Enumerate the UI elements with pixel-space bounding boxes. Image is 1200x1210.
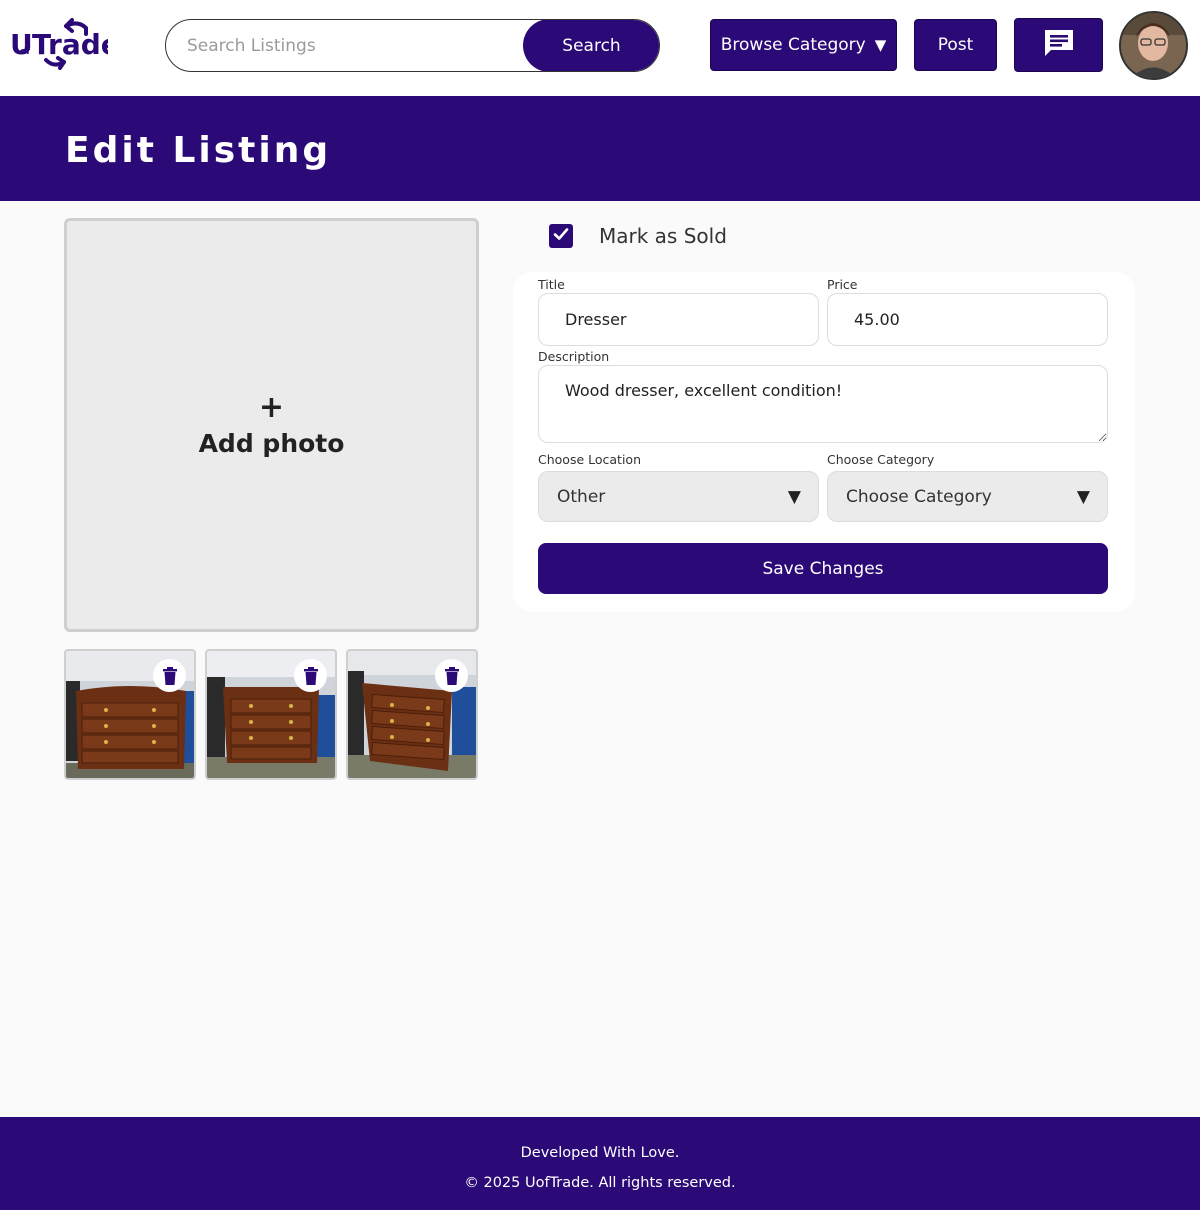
- footer-tagline: Developed With Love.: [520, 1145, 680, 1161]
- page-banner: Edit Listing: [0, 96, 1200, 201]
- svg-text:of: of: [20, 47, 30, 57]
- checkmark-icon: [552, 225, 570, 247]
- photo-thumbnail-2[interactable]: [205, 649, 337, 780]
- post-button[interactable]: Post: [914, 19, 997, 71]
- add-photo-dropzone[interactable]: + Add photo: [64, 218, 479, 632]
- photo-thumbnail-3[interactable]: [346, 649, 478, 780]
- mark-as-sold-row: Mark as Sold: [549, 223, 727, 249]
- add-photo-label: Add photo: [198, 428, 345, 458]
- uoftrade-logo[interactable]: U of Trade: [8, 18, 120, 70]
- search-bar: Search: [165, 19, 660, 72]
- category-selected-value: Choose Category: [846, 486, 992, 507]
- location-selected-value: Other: [557, 486, 606, 507]
- category-label: Choose Category: [827, 452, 935, 467]
- footer-copyright: © 2025 UofTrade. All rights reserved.: [464, 1175, 736, 1191]
- top-navigation: U of Trade Search Browse Category ▼ Post: [0, 0, 1200, 96]
- save-changes-button[interactable]: Save Changes: [538, 543, 1108, 594]
- messages-button[interactable]: [1014, 18, 1103, 72]
- delete-photo-button[interactable]: [435, 659, 468, 692]
- svg-text:Trade: Trade: [32, 28, 108, 61]
- location-select[interactable]: Other ▼: [538, 471, 819, 522]
- caret-down-icon: ▼: [874, 36, 887, 54]
- page-title: Edit Listing: [65, 130, 332, 171]
- title-input[interactable]: [538, 293, 819, 346]
- photo-thumbnail-1[interactable]: [64, 649, 196, 780]
- browse-category-label: Browse Category: [720, 35, 866, 55]
- price-input[interactable]: [827, 293, 1108, 346]
- caret-down-icon: ▼: [1076, 486, 1090, 507]
- page-footer: Developed With Love. © 2025 UofTrade. Al…: [0, 1117, 1200, 1210]
- search-button[interactable]: Search: [523, 20, 659, 71]
- description-label: Description: [538, 349, 610, 364]
- chat-icon: [1042, 27, 1076, 64]
- delete-photo-button[interactable]: [294, 659, 327, 692]
- category-select[interactable]: Choose Category ▼: [827, 471, 1108, 522]
- search-input[interactable]: [166, 20, 536, 71]
- price-label: Price: [827, 277, 858, 292]
- trash-icon: [162, 666, 178, 685]
- caret-down-icon: ▼: [787, 486, 801, 507]
- mark-as-sold-checkbox[interactable]: [549, 224, 573, 248]
- location-label: Choose Location: [538, 452, 641, 467]
- trash-icon: [303, 666, 319, 685]
- mark-as-sold-label: Mark as Sold: [599, 224, 727, 248]
- description-textarea[interactable]: Wood dresser, excellent condition!: [538, 365, 1108, 443]
- plus-icon: +: [258, 389, 285, 425]
- delete-photo-button[interactable]: [153, 659, 186, 692]
- browse-category-button[interactable]: Browse Category ▼: [710, 19, 897, 71]
- title-label: Title: [538, 277, 565, 292]
- user-avatar[interactable]: [1119, 11, 1188, 80]
- trash-icon: [444, 666, 460, 685]
